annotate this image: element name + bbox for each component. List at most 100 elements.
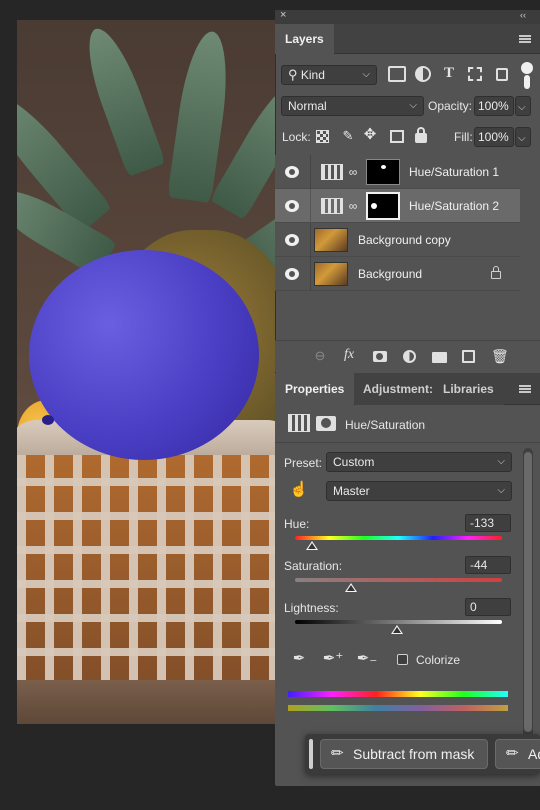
visibility-eye-icon[interactable] [285,234,299,246]
tab-properties[interactable]: Properties [275,373,355,405]
saturation-slider-track[interactable] [295,578,502,582]
drag-handle[interactable] [309,739,313,769]
filter-kind-select[interactable]: ⚲ Kind ⌵ [281,65,377,85]
brush-minus-icon: ✏ [331,745,344,762]
adjustment-title: Hue/Saturation [345,418,426,432]
adjustment-layer-icon[interactable] [288,414,310,432]
subtract-from-mask-button[interactable]: ✏ Subtract from mask [320,739,488,769]
filter-shape-icon[interactable] [468,67,482,81]
lightness-input[interactable]: 0 [465,598,511,616]
channel-select[interactable]: Master ⌵ [326,481,512,501]
hue-input[interactable]: -133 [465,514,511,532]
filter-kind-label: Kind [300,68,325,82]
hue-slider-track[interactable] [295,536,502,540]
chevron-down-icon: ⌵ [497,456,505,467]
lock-paint-icon[interactable]: ✎ [340,127,356,145]
layer-name[interactable]: Background copy [358,233,451,247]
folder-icon[interactable] [432,352,447,363]
tab-layers[interactable]: Layers [275,24,334,54]
chain-link-icon[interactable]: ∞ [348,197,358,215]
lock-icon-shackle [493,266,499,272]
add-to-mask-label: Ad [528,746,540,762]
layer-mask-thumbnail[interactable] [366,192,400,220]
mask-properties-icon[interactable] [316,416,336,431]
recolored-fruit [29,250,259,460]
filter-smart-object-icon[interactable] [496,68,508,81]
layer-row[interactable]: Background copy [275,223,520,257]
collapse-icon[interactable]: ‹‹ [520,10,526,20]
lock-icon [491,271,501,279]
layer-row-selected[interactable]: ∞ Hue/Saturation 2 [275,189,520,223]
lock-artboard-icon[interactable] [390,130,404,143]
mask-hole [376,353,383,360]
tab-libraries[interactable]: Libraries [433,373,504,405]
tab-adjustments[interactable]: Adjustment: [355,373,433,405]
eyedropper-subtract-icon[interactable]: ✒₋ [356,650,378,668]
lock-transparent-icon[interactable] [316,130,329,143]
targeted-adjustment-hand-icon[interactable]: ☝ [289,481,309,499]
row-divider [310,189,311,223]
hue-saturation-adjustment-icon [321,198,343,214]
fill-input[interactable]: 100% [474,127,514,147]
adjustment-icon[interactable] [403,350,416,363]
layer-name[interactable]: Hue/Saturation 1 [409,165,499,179]
colorize-checkbox[interactable] [397,654,408,665]
blend-mode-value: Normal [288,99,327,113]
trash-icon[interactable]: 🗑 [491,347,509,365]
panel-menu-icon[interactable] [519,385,531,393]
preset-select[interactable]: Custom ⌵ [326,452,512,472]
opacity-input[interactable]: 100% [474,96,514,116]
mask-shape [371,203,377,209]
lightness-slider-thumb[interactable] [391,625,403,634]
channel-value: Master [333,484,370,498]
hue-slider-thumb[interactable] [306,541,318,550]
lock-position-icon[interactable]: ✥ [362,126,378,144]
filter-pixel-icon[interactable] [388,66,406,82]
preset-label: Preset: [284,456,323,470]
eyedropper-icon[interactable]: ✒ [290,650,308,668]
properties-scroll-thumb[interactable] [524,452,532,732]
document-canvas[interactable] [17,20,279,724]
eyedropper-add-icon[interactable]: ✒⁺ [322,650,344,668]
saturation-slider-thumb[interactable] [345,583,357,592]
visibility-eye-icon[interactable] [285,268,299,280]
layer-row[interactable]: Background [275,257,520,291]
add-to-mask-button[interactable]: ✏ Ad [495,739,540,769]
row-divider [310,223,311,257]
visibility-eye-icon[interactable] [285,200,299,212]
fruit-stem [42,415,54,425]
layers-tab-header: Layers [275,24,540,54]
layer-thumbnail [314,262,348,286]
saturation-input[interactable]: -44 [465,556,511,574]
fx-icon[interactable]: fx [344,347,354,363]
new-layer-icon[interactable] [462,350,475,363]
panel-menu-icon[interactable] [519,35,531,43]
visibility-eye-icon[interactable] [285,166,299,178]
saturation-label: Saturation: [284,559,343,573]
lightness-slider-track[interactable] [295,620,502,624]
lock-label: Lock: [282,130,311,144]
opacity-dropdown[interactable]: ⌵ [515,96,531,116]
layer-name[interactable]: Background [358,267,422,281]
opacity-label: Opacity: [428,99,473,113]
layer-mask-thumbnail[interactable] [366,159,400,185]
add-mask-icon[interactable] [373,351,387,362]
search-icon: ⚲ [288,67,298,82]
brush-plus-icon: ✏ [506,745,519,762]
properties-tab-header: Properties Adjustment: Libraries [275,373,540,405]
output-color-bar [288,705,508,711]
filter-type-icon[interactable]: T [441,64,457,82]
filter-adjustment-icon[interactable] [415,66,431,82]
layer-thumbnail [314,228,348,252]
preset-value: Custom [333,455,375,469]
layer-name[interactable]: Hue/Saturation 2 [409,199,499,213]
fill-dropdown[interactable]: ⌵ [515,127,531,147]
chevron-down-icon: ⌵ [518,102,526,113]
blend-mode-select[interactable]: Normal ⌵ [281,96,424,116]
layer-row[interactable]: ∞ Hue/Saturation 1 [275,155,520,189]
filter-toggle-icon[interactable] [521,62,533,74]
close-icon[interactable]: × [280,9,286,21]
row-divider [310,257,311,291]
link-icon[interactable]: ⊖ [311,347,329,365]
chain-link-icon[interactable]: ∞ [348,163,358,181]
